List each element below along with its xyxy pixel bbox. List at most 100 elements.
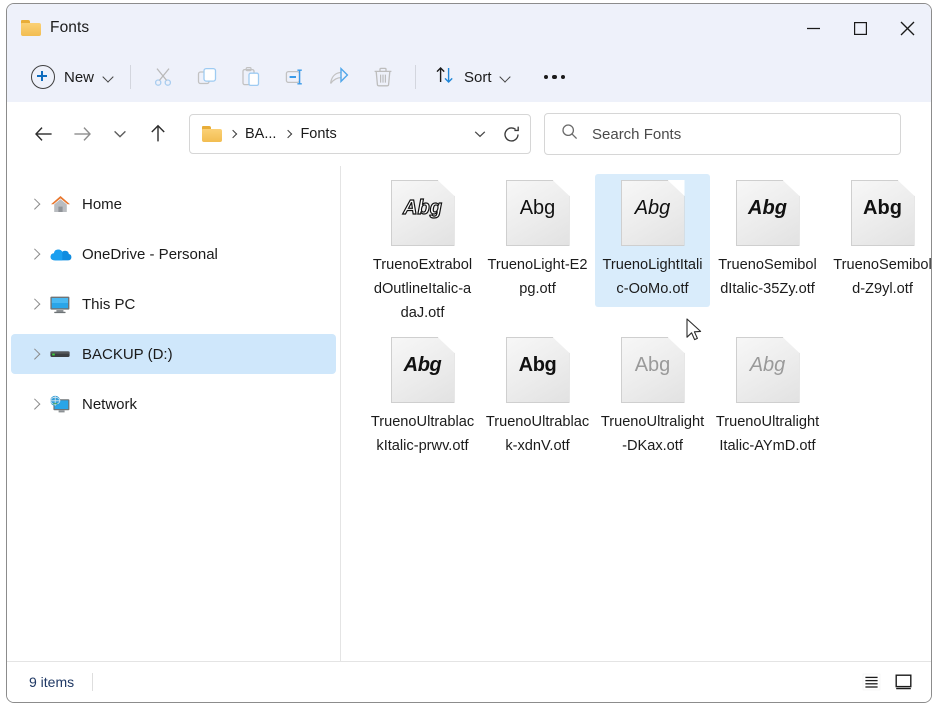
details-view-button[interactable]: [857, 669, 885, 695]
file-explorer-window: Fonts New: [6, 3, 932, 703]
font-preview-text: Abg: [506, 198, 570, 218]
file-row-1: Abg TruenoExtraboldOutlineItalic-adaJ.ot…: [365, 174, 932, 331]
font-file-icon: Abg: [391, 337, 455, 403]
file-name-label: TruenoSemiboldItalic-35Zy.otf: [716, 253, 820, 301]
title-bar-left: Fonts: [7, 19, 89, 37]
chevron-right-icon[interactable]: [23, 300, 47, 308]
new-button-label: New: [64, 69, 94, 86]
file-item[interactable]: Abg TruenoUltralightItalic-AYmD.otf: [710, 331, 825, 464]
paste-button[interactable]: [229, 59, 273, 95]
breadcrumb-item-1[interactable]: Fonts: [295, 126, 341, 142]
folder-icon: [202, 126, 222, 142]
breadcrumb-separator: [226, 131, 240, 137]
explorer-body: Home OneDrive - Personal: [7, 166, 931, 661]
font-file-icon: Abg: [851, 180, 915, 246]
sidebar-item-label: BACKUP (D:): [82, 346, 173, 363]
overflow-menu-button[interactable]: [533, 60, 577, 94]
sidebar-item-this-pc[interactable]: This PC: [11, 284, 336, 324]
font-preview-text: Abg: [851, 198, 915, 218]
file-name-label: TruenoUltrablack-xdnV.otf: [486, 410, 590, 458]
file-name-label: TruenoExtraboldOutlineItalic-adaJ.otf: [371, 253, 475, 325]
font-preview-text: Abg: [736, 198, 800, 218]
file-name-label: TruenoUltralightItalic-AYmD.otf: [716, 410, 820, 458]
file-name-label: TruenoLightItalic-OoMo.otf: [601, 253, 705, 301]
drive-icon: [47, 347, 73, 361]
sidebar-item-home[interactable]: Home: [11, 184, 336, 224]
title-bar: Fonts: [7, 4, 931, 52]
font-file-icon: Abg: [621, 337, 685, 403]
file-item[interactable]: Abg TruenoSemiboldItalic-35Zy.otf: [710, 174, 825, 307]
rename-button[interactable]: [273, 59, 317, 95]
breadcrumb-dropdown-button[interactable]: [466, 126, 494, 142]
file-name-label: TruenoUltrablackItalic-prwv.otf: [371, 410, 475, 458]
breadcrumb-separator: [281, 131, 295, 137]
item-count-label: 9 items: [29, 674, 74, 690]
search-box[interactable]: Search Fonts: [544, 113, 901, 155]
file-item[interactable]: Abg TruenoLight-E2pg.otf: [480, 174, 595, 307]
file-name-label: TruenoLight-E2pg.otf: [486, 253, 590, 301]
file-item[interactable]: Abg TruenoExtraboldOutlineItalic-adaJ.ot…: [365, 174, 480, 331]
sort-button-label: Sort: [464, 69, 492, 86]
chevron-down-icon: [103, 72, 114, 83]
file-row-2: Abg TruenoUltrablackItalic-prwv.otf Abg …: [365, 331, 932, 464]
sidebar-item-label: Home: [82, 196, 122, 213]
close-button[interactable]: [884, 4, 931, 52]
copy-button[interactable]: [185, 59, 229, 95]
maximize-button[interactable]: [837, 4, 884, 52]
font-preview-text: Abg: [736, 355, 800, 375]
forward-button[interactable]: [63, 115, 101, 153]
new-button[interactable]: New: [31, 61, 120, 93]
sidebar-item-label: Network: [82, 396, 137, 413]
breadcrumb[interactable]: BA... Fonts: [189, 114, 531, 154]
chevron-right-icon[interactable]: [23, 350, 47, 358]
toolbar-divider-2: [415, 65, 416, 89]
address-bar-row: BA... Fonts Search Fonts: [7, 102, 931, 166]
network-icon: [47, 395, 73, 414]
chevron-right-icon[interactable]: [23, 250, 47, 258]
minimize-button[interactable]: [790, 4, 837, 52]
sort-arrows-icon: [434, 64, 456, 91]
file-item-selected[interactable]: Abg TruenoLightItalic-OoMo.otf: [595, 174, 710, 307]
status-bar: 9 items: [7, 661, 931, 702]
sort-button[interactable]: Sort: [426, 60, 519, 94]
chevron-right-icon[interactable]: [23, 200, 47, 208]
font-preview-text: Abg: [391, 198, 455, 218]
sidebar-item-network[interactable]: Network: [11, 384, 336, 424]
font-preview-text: Abg: [621, 198, 685, 218]
sidebar-item-label: This PC: [82, 296, 135, 313]
home-icon: [47, 194, 73, 214]
large-icons-view-button[interactable]: [889, 669, 917, 695]
font-file-icon: Abg: [506, 337, 570, 403]
sidebar-item-backup-d[interactable]: BACKUP (D:): [11, 334, 336, 374]
cut-button[interactable]: [141, 59, 185, 95]
file-item[interactable]: Abg TruenoUltrablack-xdnV.otf: [480, 331, 595, 464]
ellipsis-icon: [544, 75, 549, 80]
file-item[interactable]: Abg TruenoSemibold-Z9yl.otf: [825, 174, 932, 307]
chevron-right-icon[interactable]: [23, 400, 47, 408]
font-preview-text: Abg: [621, 355, 685, 375]
delete-button[interactable]: [361, 59, 405, 95]
font-file-icon: Abg: [736, 337, 800, 403]
toolbar-divider: [130, 65, 131, 89]
breadcrumb-item-0[interactable]: BA...: [240, 126, 281, 142]
file-list-view[interactable]: Abg TruenoExtraboldOutlineItalic-adaJ.ot…: [341, 166, 932, 661]
monitor-icon: [47, 295, 73, 314]
sidebar-item-onedrive[interactable]: OneDrive - Personal: [11, 234, 336, 274]
up-button[interactable]: [139, 115, 177, 153]
back-button[interactable]: [25, 115, 63, 153]
search-icon: [561, 123, 578, 145]
status-divider: [92, 673, 93, 691]
command-bar: New: [7, 52, 931, 102]
refresh-button[interactable]: [494, 125, 528, 144]
search-input[interactable]: Search Fonts: [592, 126, 681, 143]
font-preview-text: Abg: [391, 355, 455, 375]
font-file-icon: Abg: [391, 180, 455, 246]
folder-icon: [21, 20, 41, 36]
file-item[interactable]: Abg TruenoUltrablackItalic-prwv.otf: [365, 331, 480, 464]
window-title: Fonts: [50, 19, 89, 37]
recent-locations-button[interactable]: [101, 115, 139, 153]
file-item[interactable]: Abg TruenoUltralight-DKax.otf: [595, 331, 710, 464]
navigation-pane: Home OneDrive - Personal: [7, 166, 341, 661]
file-name-label: TruenoUltralight-DKax.otf: [601, 410, 705, 458]
share-button[interactable]: [317, 59, 361, 95]
